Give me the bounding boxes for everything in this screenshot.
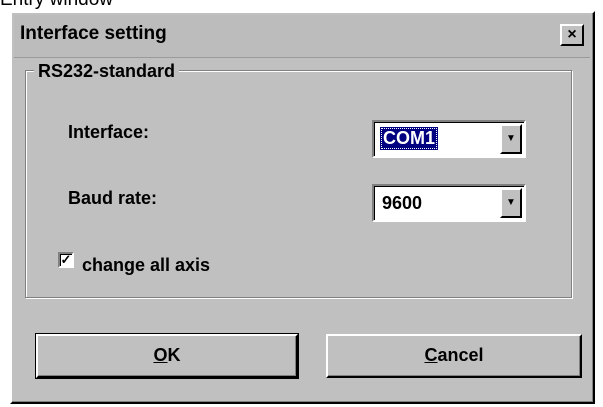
change-all-axis-checkbox[interactable]: ✓ bbox=[58, 252, 74, 268]
chevron-down-icon[interactable]: ▼ bbox=[500, 188, 522, 218]
chevron-down-icon[interactable]: ▼ bbox=[500, 124, 522, 154]
baud-rate-combobox[interactable]: 9600 ▼ bbox=[372, 184, 526, 222]
groupbox-label: RS232-standard bbox=[34, 61, 180, 82]
close-icon[interactable]: × bbox=[560, 24, 584, 46]
ok-button[interactable]: OK bbox=[35, 333, 299, 379]
checkbox-label[interactable]: change all axis bbox=[82, 255, 210, 276]
baud-rate-label: Baud rate: bbox=[68, 188, 158, 208]
interface-label: Interface: bbox=[68, 122, 150, 142]
cancel-label-rest: ancel bbox=[437, 345, 484, 365]
title-bar: Interface setting × bbox=[14, 15, 590, 58]
cancel-button[interactable]: Cancel bbox=[326, 334, 582, 378]
baud-rate-value: 9600 bbox=[382, 193, 423, 213]
window-caption: Entry window bbox=[0, 0, 113, 10]
interface-value: COM1 bbox=[380, 127, 439, 150]
dialog-title: Interface setting bbox=[20, 23, 167, 44]
ok-mnemonic: O bbox=[153, 345, 168, 365]
ok-label-rest: K bbox=[167, 345, 181, 365]
interface-combobox[interactable]: COM1 ▼ bbox=[372, 120, 526, 158]
cancel-mnemonic: C bbox=[424, 345, 438, 365]
